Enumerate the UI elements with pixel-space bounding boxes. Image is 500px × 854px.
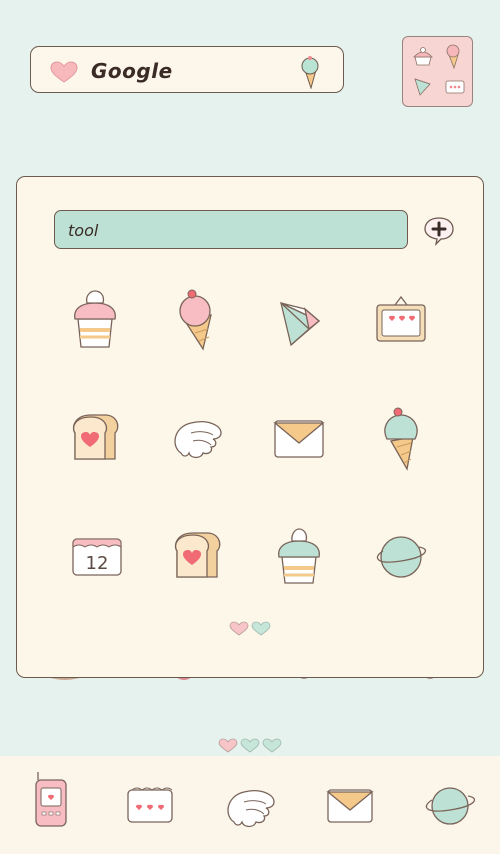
dock-app-wing[interactable] bbox=[210, 768, 290, 848]
app-toast[interactable] bbox=[55, 403, 135, 483]
folder-page-indicator bbox=[229, 621, 271, 636]
search-widget-label: Google bbox=[91, 59, 173, 83]
add-app-button[interactable] bbox=[422, 215, 456, 247]
ice-cream-pink-icon bbox=[179, 289, 212, 351]
cupcake-pink-icon bbox=[74, 290, 116, 348]
cupcake-mint-icon bbox=[278, 528, 320, 584]
app-triangle-gem[interactable] bbox=[259, 285, 339, 365]
app-cupcake-mint[interactable] bbox=[259, 521, 339, 601]
tv-hearts-icon bbox=[376, 295, 426, 342]
planet-icon bbox=[425, 787, 476, 825]
wing-icon bbox=[227, 790, 275, 828]
planet-icon bbox=[376, 536, 427, 578]
heart-icon bbox=[50, 61, 78, 83]
dock-app-calendar[interactable] bbox=[110, 768, 190, 848]
calendar-number: 12 bbox=[86, 553, 109, 574]
app-ice-cream-pink[interactable] bbox=[157, 285, 237, 365]
home-page-indicator bbox=[218, 738, 282, 753]
app-mail[interactable] bbox=[259, 403, 339, 483]
phone-icon bbox=[35, 772, 67, 827]
app-folder: tool 12 bbox=[16, 176, 484, 678]
dock-app-planet[interactable] bbox=[410, 768, 490, 848]
toast-heart-icon bbox=[174, 532, 221, 578]
envelope-icon bbox=[326, 789, 374, 823]
folder-name-field[interactable]: tool bbox=[54, 210, 408, 249]
app-toast-2[interactable] bbox=[157, 521, 237, 601]
wing-icon bbox=[174, 421, 222, 459]
triangle-gem-icon bbox=[280, 301, 321, 347]
app-ice-cream-mint[interactable] bbox=[361, 403, 441, 483]
ice-cream-icon bbox=[301, 56, 319, 89]
calendar-icon: 12 bbox=[72, 538, 122, 576]
toast-heart-icon bbox=[72, 414, 119, 460]
ice-cream-mint-icon bbox=[384, 407, 418, 471]
app-tv[interactable] bbox=[361, 285, 441, 365]
app-wing[interactable] bbox=[157, 403, 237, 483]
envelope-icon bbox=[273, 420, 325, 458]
mini-widget-icons bbox=[413, 44, 465, 96]
dock-app-mail[interactable] bbox=[310, 768, 390, 848]
calendar-hearts-icon bbox=[127, 787, 173, 823]
mini-icon-widget[interactable] bbox=[402, 36, 473, 107]
dock-app-phone[interactable] bbox=[10, 768, 90, 848]
dock bbox=[0, 756, 500, 854]
app-cupcake-pink[interactable] bbox=[55, 285, 135, 365]
app-calendar[interactable]: 12 bbox=[55, 521, 135, 601]
folder-name-text: tool bbox=[68, 221, 99, 240]
app-planet[interactable] bbox=[361, 521, 441, 601]
google-search-bar[interactable]: Google bbox=[30, 46, 344, 93]
